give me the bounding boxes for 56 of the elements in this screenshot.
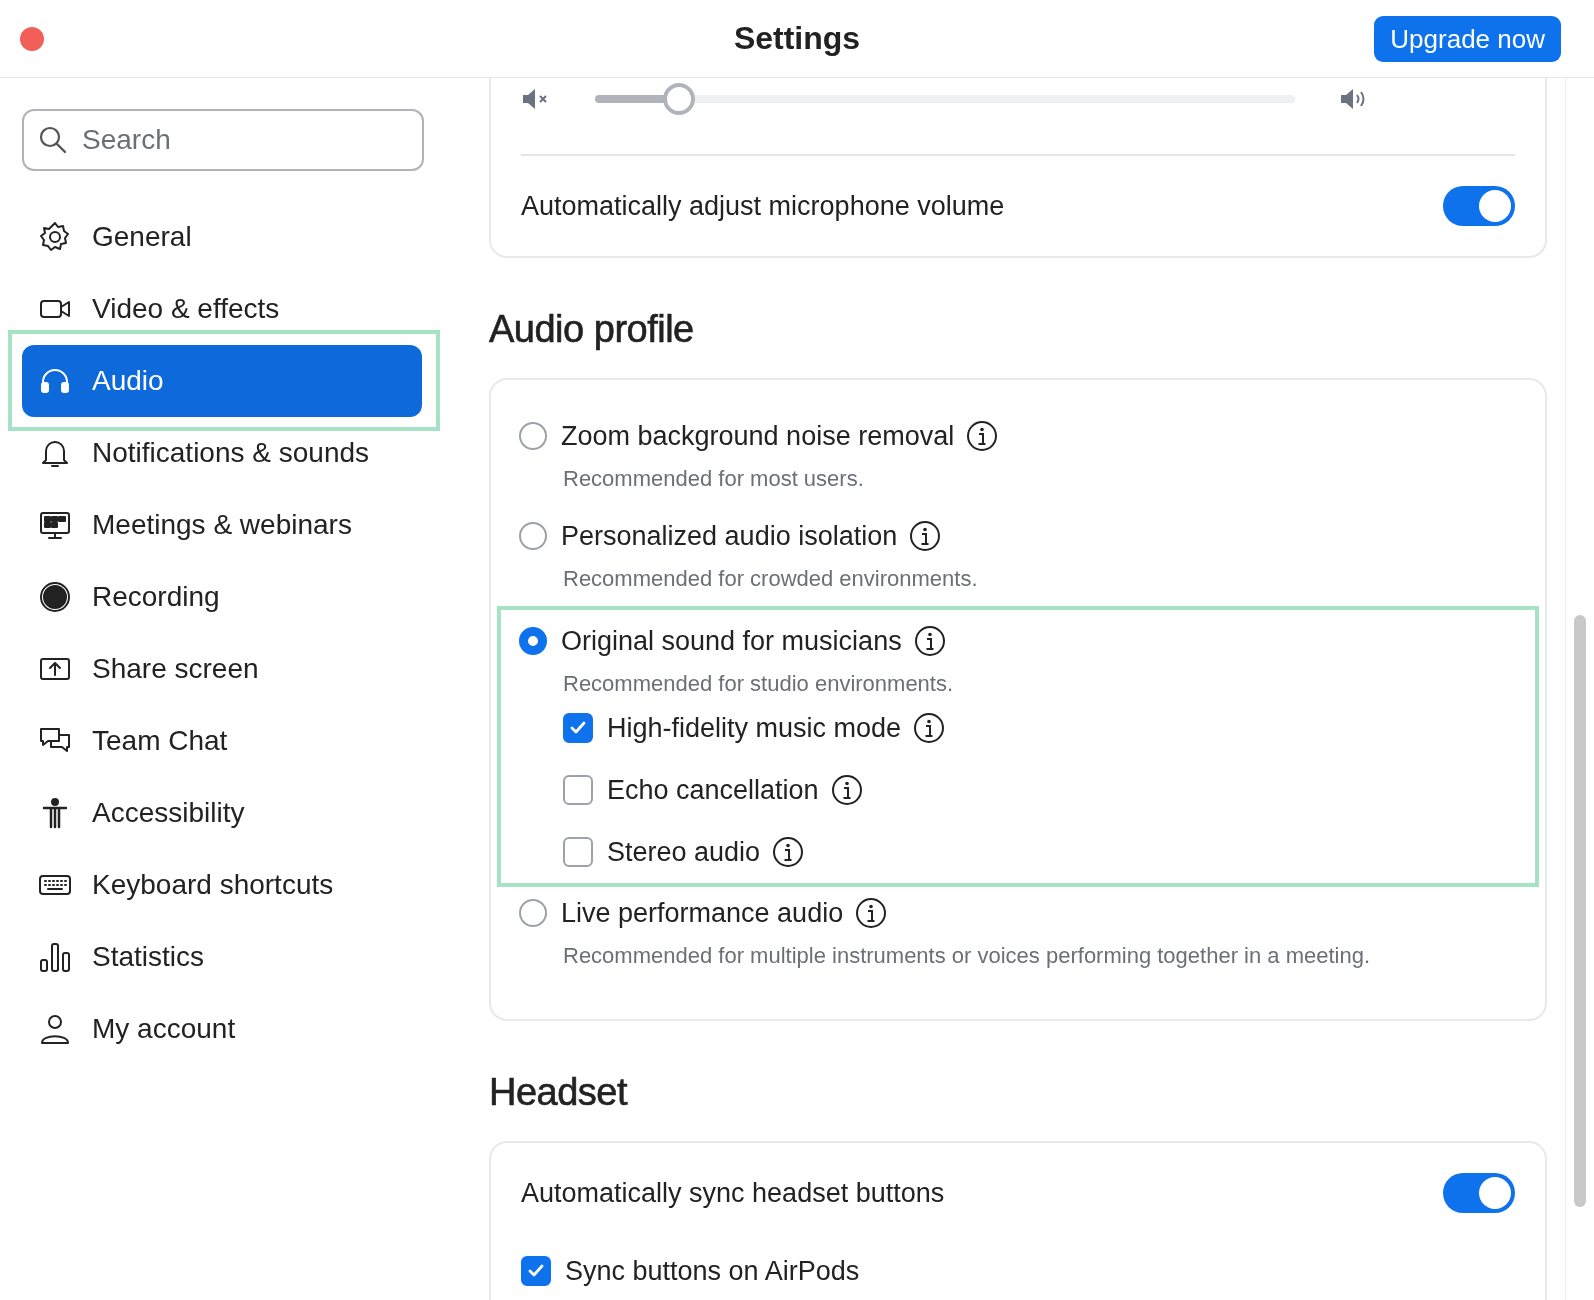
close-button[interactable] — [20, 26, 44, 51]
upgrade-button[interactable]: Upgrade now — [1374, 15, 1561, 62]
option-label: Personalized audio isolation — [561, 520, 898, 552]
checkbox[interactable] — [521, 1256, 551, 1286]
option-description: Recommended for multiple instruments or voices performing together in a meeting. — [562, 943, 1372, 969]
sidebar-item[interactable]: Recording — [22, 561, 422, 633]
record-icon — [38, 580, 72, 614]
option-description: Recommended for most users. — [562, 466, 865, 492]
checkbox-label: Sync buttons on AirPods — [565, 1255, 860, 1287]
info-icon[interactable] — [909, 520, 942, 552]
sidebar-item[interactable]: Share screen — [22, 633, 422, 705]
radio-button[interactable] — [519, 627, 547, 655]
option-description: Recommended for crowded environments. — [562, 566, 979, 592]
search-icon — [38, 125, 68, 155]
sidebar-item[interactable]: Meetings & webinars — [22, 489, 422, 561]
info-icon[interactable] — [913, 712, 946, 744]
checkbox[interactable] — [563, 775, 593, 805]
info-icon[interactable] — [772, 836, 805, 868]
option-label: Zoom background noise removal — [561, 420, 955, 452]
search-field[interactable]: Search — [22, 109, 424, 171]
checkbox-label: High-fidelity music mode — [607, 712, 902, 744]
info-icon[interactable] — [913, 625, 946, 657]
option-label: Live performance audio — [561, 897, 844, 929]
checkbox-label: Stereo audio — [607, 836, 761, 868]
sidebar-item[interactable]: Video & effects — [22, 273, 422, 345]
info-icon[interactable] — [966, 420, 999, 452]
setting-label: Automatically sync headset buttons — [521, 1177, 945, 1209]
bar-chart-icon — [38, 940, 72, 974]
radio-button[interactable] — [519, 422, 547, 450]
info-icon[interactable] — [855, 897, 888, 929]
scrollbar-thumb[interactable] — [1574, 615, 1586, 1207]
sidebar-item[interactable]: Audio — [22, 344, 422, 417]
radio-button[interactable] — [519, 899, 547, 927]
setting-label: Automatically adjust microphone volume — [521, 190, 1005, 222]
info-icon[interactable] — [830, 774, 863, 806]
sidebar-item[interactable]: Accessibility — [22, 777, 422, 849]
checkbox-label: Echo cancellation — [607, 774, 819, 806]
checkbox[interactable] — [563, 713, 593, 743]
user-icon — [38, 1012, 72, 1046]
sidebar-item[interactable]: Notifications & sounds — [22, 417, 422, 489]
toggle-switch[interactable] — [1443, 186, 1515, 226]
option-description: Recommended for studio environments. — [562, 671, 955, 697]
section-heading: Headset — [489, 1070, 628, 1115]
gear-icon — [38, 220, 72, 254]
checkbox[interactable] — [563, 837, 593, 867]
toggle-switch[interactable] — [1443, 1173, 1515, 1213]
sidebar-item[interactable]: General — [22, 201, 422, 273]
sidebar-item[interactable]: Keyboard shortcuts — [22, 849, 422, 921]
slider-thumb[interactable] — [663, 83, 695, 115]
section-heading: Audio profile — [489, 307, 694, 352]
sidebar-item[interactable]: My account — [22, 993, 422, 1065]
radio-button[interactable] — [519, 522, 547, 550]
option-label: Original sound for musicians — [561, 625, 902, 657]
window-title: Settings — [732, 20, 862, 57]
sidebar-item[interactable]: Statistics — [22, 921, 422, 993]
sidebar-item[interactable]: Team Chat — [22, 705, 422, 777]
